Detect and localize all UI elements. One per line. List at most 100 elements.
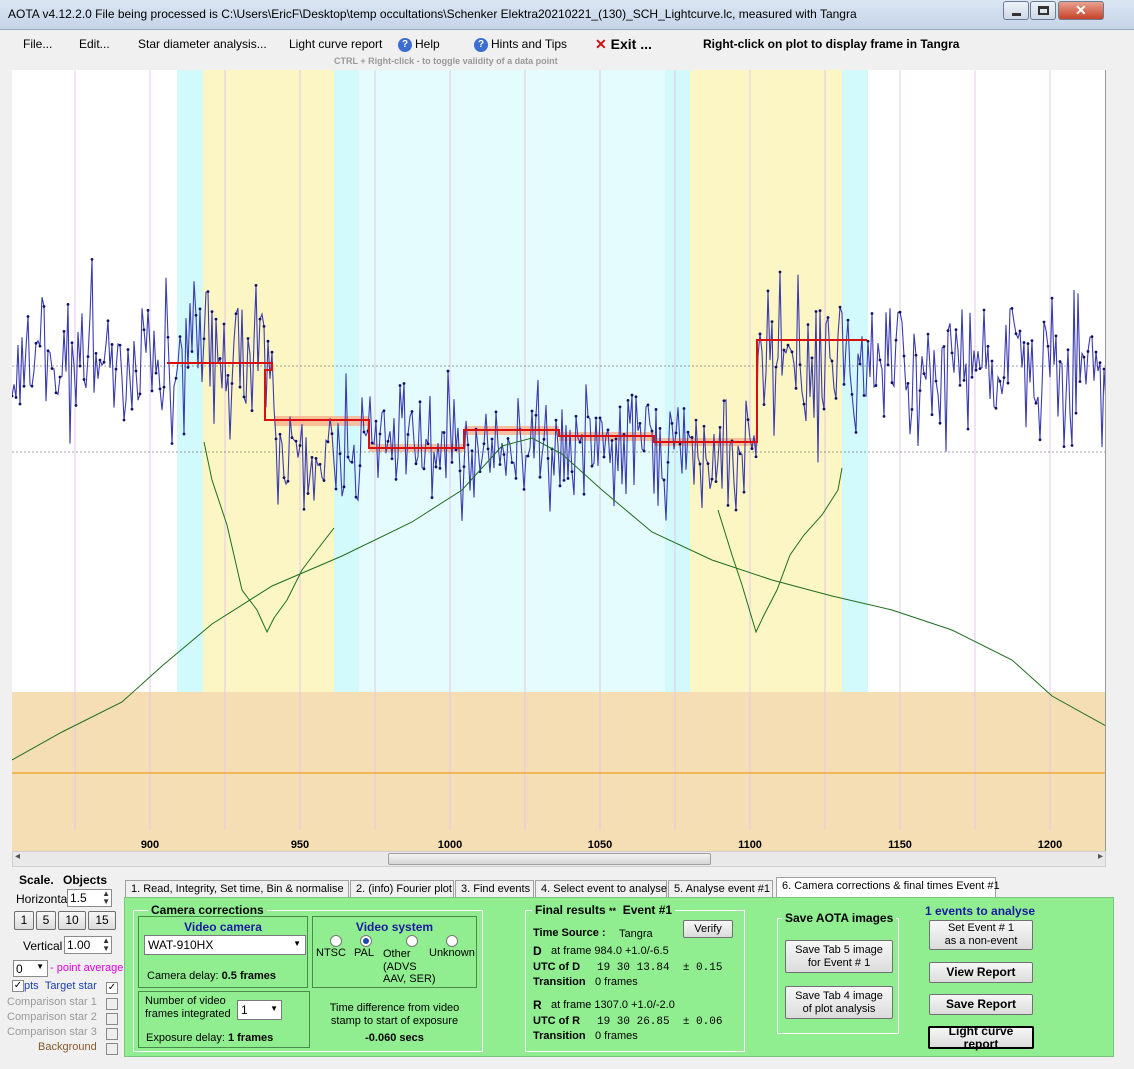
- maximize-button[interactable]: [1030, 1, 1056, 20]
- menu-help[interactable]: ? Help: [398, 37, 440, 52]
- data-point: [1102, 367, 1105, 371]
- data-point: [114, 367, 118, 371]
- pts-checkbox[interactable]: ✓: [12, 980, 24, 993]
- scale-button-15[interactable]: 15: [88, 911, 116, 930]
- target-star-checkbox[interactable]: ✓: [106, 980, 118, 994]
- tab-find-events[interactable]: 3. Find events: [455, 880, 534, 898]
- plot-horizontal-scrollbar[interactable]: ◂ ▸: [12, 851, 1106, 867]
- data-point: [862, 394, 866, 397]
- x-tick-label: 1000: [438, 839, 462, 851]
- tab-select-event[interactable]: 4. Select event to analyse: [535, 880, 667, 898]
- menu-bar: File... Edit... Star diameter analysis..…: [0, 30, 1134, 70]
- unknown-radio[interactable]: [446, 935, 458, 947]
- scale-button-5[interactable]: 5: [36, 911, 56, 930]
- data-point: [462, 465, 466, 469]
- data-point: [810, 356, 814, 360]
- data-point: [654, 408, 658, 411]
- scale-button-10[interactable]: 10: [58, 911, 86, 930]
- data-point: [254, 284, 258, 287]
- save-tab4-image-button[interactable]: Save Tab 4 image of plot analysis: [785, 986, 893, 1019]
- spinner-icon[interactable]: ▲ ▼: [102, 890, 110, 906]
- camera-select[interactable]: WAT-910HX ▼: [144, 935, 306, 955]
- comparison-star-3-checkbox[interactable]: [106, 1026, 118, 1040]
- plot-canvas[interactable]: 8509009501000105011001150120012501300135…: [12, 70, 1106, 852]
- data-point: [86, 355, 90, 359]
- data-point: [974, 368, 978, 372]
- menu-light-curve-report[interactable]: Light curve report: [289, 37, 382, 51]
- minimize-button[interactable]: [1003, 1, 1029, 20]
- data-point: [118, 343, 122, 347]
- data-point: [958, 383, 962, 387]
- data-point: [834, 396, 838, 400]
- data-point: [406, 433, 410, 436]
- vertical-scale-input[interactable]: 1.00 ▲ ▼: [64, 936, 112, 954]
- target-star-row[interactable]: ✓ pts Target star: [12, 980, 97, 993]
- menu-star-diameter[interactable]: Star diameter analysis...: [138, 37, 267, 51]
- menu-file[interactable]: File...: [23, 37, 52, 51]
- point-average-select[interactable]: 0 ▼: [13, 960, 48, 977]
- data-point: [990, 359, 994, 363]
- spinner-icon[interactable]: ▲ ▼: [102, 937, 110, 953]
- light-curve-plot[interactable]: 8509009501000105011001150120012501300135…: [12, 70, 1106, 852]
- data-point: [278, 432, 282, 436]
- tab-camera-corrections[interactable]: 6. Camera corrections & final times Even…: [776, 877, 1000, 898]
- menu-exit[interactable]: ✕ Exit ...: [595, 36, 652, 53]
- data-point: [1082, 355, 1086, 359]
- data-point: [562, 478, 566, 482]
- comparison-star-1-checkbox[interactable]: [106, 996, 118, 1010]
- save-report-button[interactable]: Save Report: [929, 994, 1033, 1015]
- verify-button[interactable]: Verify: [683, 920, 733, 938]
- data-point: [250, 409, 254, 413]
- data-point: [302, 507, 306, 511]
- data-point: [658, 426, 662, 430]
- view-report-button[interactable]: View Report: [929, 962, 1033, 983]
- num-frames-select[interactable]: 1 ▼: [237, 1000, 282, 1020]
- data-point: [554, 418, 558, 422]
- scrollbar-thumb[interactable]: [388, 853, 711, 865]
- x-tick-label: 1200: [1038, 839, 1062, 851]
- data-point: [1038, 438, 1042, 442]
- data-point: [602, 455, 606, 459]
- background-checkbox[interactable]: [106, 1041, 118, 1055]
- data-point: [814, 310, 818, 313]
- tab-fourier[interactable]: 2. (info) Fourier plot: [350, 880, 454, 898]
- data-point: [986, 344, 990, 348]
- data-point: [874, 384, 878, 387]
- data-point: [766, 289, 770, 293]
- data-point: [494, 410, 498, 414]
- close-button[interactable]: ✕: [1058, 1, 1104, 20]
- x-tick-label: 1150: [888, 839, 912, 851]
- ntsc-label: NTSC: [316, 947, 346, 959]
- ntsc-radio[interactable]: [330, 935, 342, 947]
- horizontal-scale-input[interactable]: 1.5 ▲ ▼: [67, 889, 112, 907]
- menu-edit[interactable]: Edit...: [79, 37, 110, 51]
- data-point: [274, 437, 278, 441]
- scale-button-1[interactable]: 1: [14, 911, 34, 930]
- tab-analyse-event[interactable]: 5. Analyse event #1: [668, 880, 773, 898]
- point-average-label: - point average: [50, 962, 124, 974]
- data-point: [746, 418, 750, 422]
- data-point: [214, 317, 218, 321]
- set-non-event-button[interactable]: Set Event # 1 as a non-event: [929, 920, 1033, 950]
- video-camera-title: Video camera: [184, 920, 262, 934]
- data-point: [12, 394, 14, 398]
- data-point: [426, 442, 430, 446]
- data-point: [574, 414, 578, 418]
- comparison-star-2-checkbox[interactable]: [106, 1011, 118, 1025]
- pal-radio[interactable]: [360, 935, 372, 947]
- save-tab5-image-button[interactable]: Save Tab 5 image for Event # 1: [785, 940, 893, 973]
- data-point: [922, 372, 926, 376]
- data-point: [1002, 376, 1006, 380]
- data-point: [18, 402, 22, 406]
- exit-icon: ✕: [595, 36, 607, 52]
- scroll-right-icon[interactable]: ▸: [1098, 851, 1103, 862]
- tab-read-integrity[interactable]: 1. Read, Integrity, Set time, Bin & norm…: [125, 880, 349, 898]
- data-point: [1070, 444, 1074, 447]
- other-radio[interactable]: [406, 935, 418, 947]
- light-curve-report-button[interactable]: Light curve report: [928, 1024, 1034, 1050]
- data-point: [878, 358, 882, 362]
- menu-hints[interactable]: ? Hints and Tips: [474, 37, 567, 52]
- data-point: [662, 478, 666, 482]
- scroll-left-icon[interactable]: ◂: [15, 851, 20, 862]
- data-point: [338, 452, 342, 456]
